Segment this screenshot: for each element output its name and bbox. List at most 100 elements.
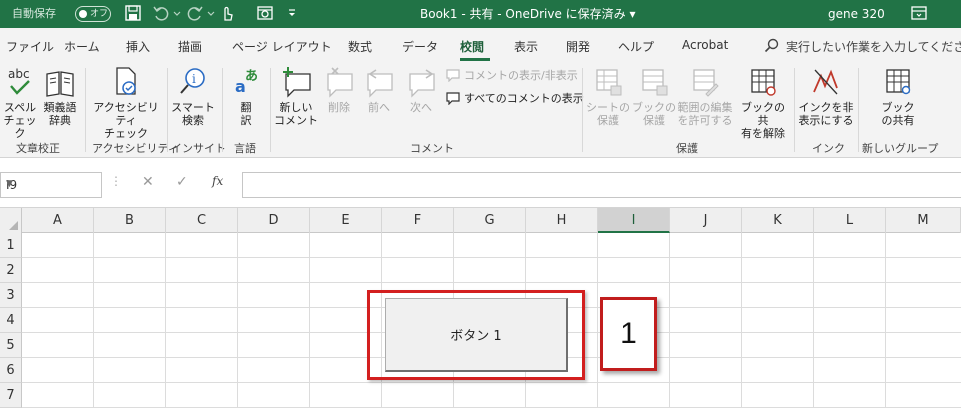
tab-file[interactable]: ファイル bbox=[6, 38, 54, 55]
camera-icon[interactable] bbox=[256, 4, 276, 24]
column-header-d[interactable]: D bbox=[238, 208, 310, 233]
select-all-button[interactable] bbox=[0, 208, 22, 233]
formula-bar: I9 ▼ ⋮ ✕ ✓ fx bbox=[0, 158, 961, 208]
check-accessibility-button[interactable]: アクセシビリティ チェック bbox=[88, 64, 164, 140]
tab-help[interactable]: ヘルプ bbox=[618, 38, 654, 55]
tab-page-layout[interactable]: ページ レイアウト bbox=[232, 38, 332, 55]
column-header-f[interactable]: F bbox=[382, 208, 454, 233]
insert-function-icon[interactable]: fx bbox=[212, 174, 223, 188]
autosave-state: オフ bbox=[90, 9, 109, 19]
tab-acrobat[interactable]: Acrobat bbox=[682, 38, 728, 52]
tab-insert[interactable]: 挿入 bbox=[126, 38, 150, 55]
tab-developer[interactable]: 開発 bbox=[566, 38, 590, 55]
column-header-e[interactable]: E bbox=[310, 208, 382, 233]
gridline bbox=[22, 282, 961, 283]
enter-icon[interactable]: ✓ bbox=[176, 174, 188, 190]
row-header-3[interactable]: 3 bbox=[0, 283, 22, 308]
column-header-j[interactable]: J bbox=[670, 208, 742, 233]
translate-button[interactable]: aあ 翻 訳 bbox=[226, 64, 266, 127]
redo-icon[interactable] bbox=[186, 4, 206, 24]
active-tab-indicator bbox=[460, 58, 490, 61]
unshare-workbook-icon bbox=[736, 64, 790, 98]
group-separator bbox=[167, 68, 168, 152]
group-separator bbox=[270, 68, 271, 152]
autosave-toggle[interactable]: オフ bbox=[75, 6, 111, 22]
show-hide-comment-button[interactable]: コメントの表示/非表示 bbox=[446, 67, 578, 83]
unshare-workbook-button[interactable]: ブックの共 有を解除 bbox=[736, 64, 790, 140]
protect-sheet-button[interactable]: シートの 保護 bbox=[586, 64, 630, 127]
name-box-dropdown-icon[interactable]: ▼ bbox=[6, 179, 97, 189]
tab-review[interactable]: 校閲 bbox=[460, 38, 484, 55]
user-name[interactable]: gene 320 bbox=[828, 0, 885, 28]
column-header-i[interactable]: I bbox=[598, 208, 670, 233]
row-header-2[interactable]: 2 bbox=[0, 258, 22, 283]
thesaurus-button[interactable]: 類義語 辞典 bbox=[40, 64, 80, 127]
share-workbook-button[interactable]: ブック の共有 bbox=[870, 64, 926, 127]
title-bar: 自動保存 オフ Book1 - 共有 - OneDrive に保存済み ▾ ge… bbox=[0, 0, 961, 28]
group-label-accessibility: アクセシビリティ bbox=[92, 142, 179, 155]
column-header-l[interactable]: L bbox=[814, 208, 886, 233]
thesaurus-icon bbox=[40, 64, 80, 98]
new-comment-icon bbox=[274, 64, 318, 98]
form-button-1[interactable]: ボタン 1 bbox=[385, 298, 568, 372]
search-icon[interactable] bbox=[764, 38, 780, 57]
column-header-m[interactable]: M bbox=[886, 208, 961, 233]
column-header-k[interactable]: K bbox=[742, 208, 814, 233]
save-icon[interactable] bbox=[124, 4, 144, 24]
gridline bbox=[22, 257, 961, 258]
next-comment-icon bbox=[404, 64, 438, 98]
tab-home[interactable]: ホーム bbox=[64, 38, 100, 55]
tell-me-search-input[interactable]: 実行したい作業を入力してください bbox=[786, 38, 961, 55]
tab-formulas[interactable]: 数式 bbox=[348, 38, 372, 55]
formula-input[interactable] bbox=[242, 172, 961, 198]
previous-comment-icon bbox=[362, 64, 396, 98]
show-all-comments-button[interactable]: すべてのコメントの表示 bbox=[446, 90, 584, 106]
touch-mode-icon[interactable] bbox=[218, 4, 238, 24]
group-separator bbox=[794, 68, 795, 152]
column-header-g[interactable]: G bbox=[454, 208, 526, 233]
smart-lookup-button[interactable]: i スマート 検索 bbox=[170, 64, 216, 127]
allow-edit-ranges-button[interactable]: 範囲の編集 を許可する bbox=[676, 64, 734, 127]
customize-toolbar-icon[interactable] bbox=[286, 4, 306, 24]
next-comment-button[interactable]: 次へ bbox=[404, 64, 438, 114]
tab-view[interactable]: 表示 bbox=[514, 38, 538, 55]
spelling-icon: abc bbox=[2, 64, 38, 98]
group-separator bbox=[85, 68, 86, 152]
delete-comment-button[interactable]: 削除 bbox=[322, 64, 356, 114]
formula-bar-grip-icon[interactable]: ⋮ bbox=[110, 174, 122, 188]
ribbon-display-options-icon[interactable] bbox=[910, 4, 930, 24]
group-label-comments: コメント bbox=[410, 142, 454, 155]
row-header-4[interactable]: 4 bbox=[0, 308, 22, 333]
ribbon-review: abc スペル チェック 類義語 辞典 文章校正 アクセシビリティ チェック ア… bbox=[0, 62, 961, 158]
row-header-5[interactable]: 5 bbox=[0, 333, 22, 358]
row-header-7[interactable]: 7 bbox=[0, 383, 22, 408]
tab-data[interactable]: データ bbox=[402, 38, 438, 55]
column-header-h[interactable]: H bbox=[526, 208, 598, 233]
tab-draw[interactable]: 描画 bbox=[178, 38, 202, 55]
row-header-6[interactable]: 6 bbox=[0, 358, 22, 383]
column-header-a[interactable]: A bbox=[22, 208, 94, 233]
protect-workbook-button[interactable]: ブックの 保護 bbox=[632, 64, 676, 127]
translate-icon: aあ bbox=[226, 64, 266, 98]
undo-icon[interactable] bbox=[152, 4, 172, 24]
name-box[interactable]: I9 ▼ bbox=[0, 172, 102, 198]
document-title[interactable]: Book1 - 共有 - OneDrive に保存済み ▾ bbox=[420, 0, 636, 28]
group-label-protect: 保護 bbox=[676, 142, 698, 155]
hide-ink-icon bbox=[798, 64, 854, 98]
spelling-button[interactable]: abc スペル チェック bbox=[2, 64, 38, 140]
cancel-icon[interactable]: ✕ bbox=[142, 174, 154, 190]
group-label-insights: インサイト bbox=[171, 142, 226, 155]
group-separator bbox=[582, 68, 583, 152]
toggle-knob bbox=[79, 10, 87, 18]
smart-lookup-icon: i bbox=[170, 64, 216, 98]
column-header-c[interactable]: C bbox=[166, 208, 238, 233]
column-header-b[interactable]: B bbox=[94, 208, 166, 233]
new-comment-button[interactable]: 新しい コメント bbox=[274, 64, 318, 127]
previous-comment-button[interactable]: 前へ bbox=[362, 64, 396, 114]
group-separator bbox=[222, 68, 223, 152]
gridline bbox=[22, 382, 961, 383]
group-label-new-group: 新しいグループ bbox=[862, 142, 939, 155]
hide-ink-button[interactable]: インクを非 表示にする bbox=[798, 64, 854, 127]
row-header-1[interactable]: 1 bbox=[0, 233, 22, 258]
protect-workbook-icon bbox=[632, 64, 676, 98]
